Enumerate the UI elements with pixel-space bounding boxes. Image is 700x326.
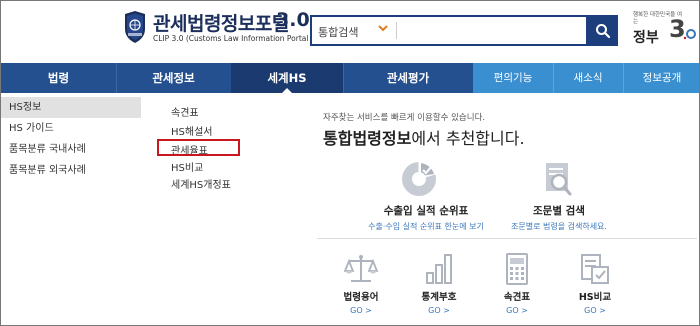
nav-item-disclosure[interactable]: 정보공개 — [623, 63, 699, 93]
submenu-item-hs-compare[interactable]: HS비교 — [171, 159, 203, 174]
sidebar-item-hs-info[interactable]: HS정보 — [1, 97, 141, 118]
header: 관세법령정보포털 3.0 CLIP 3.0 (Customs Law Infor… — [1, 1, 699, 63]
feature-export-ranking[interactable]: 수출입 실적 순위표 수출·수입 실적 순위표 한눈에 보기 — [361, 203, 491, 232]
nav-item-customs-info[interactable]: 관세정보 — [116, 63, 231, 93]
page-frame: 관세법령정보포털 3.0 CLIP 3.0 (Customs Law Infor… — [0, 0, 700, 326]
submenu-item-hs-revision[interactable]: 세계HS개정표 — [171, 176, 231, 191]
calculator-icon — [506, 253, 528, 285]
shortcut-go-link[interactable]: GO > — [565, 306, 625, 315]
feature-desc: 수출·수입 실적 순위표 한눈에 보기 — [368, 222, 484, 231]
compare-document-icon — [581, 254, 609, 284]
nav-active-pointer-icon — [281, 88, 293, 94]
highlight-box — [157, 139, 240, 156]
shortcut-hs-compare[interactable]: HS비교 GO > — [565, 251, 625, 315]
intro-caption: 자주찾는 서비스를 빠르게 이용할수 있습니다. — [323, 113, 486, 123]
gov-label: 정부 — [633, 30, 659, 46]
nav-item-convenience[interactable]: 편의기능 — [473, 63, 553, 93]
chevron-down-icon[interactable] — [376, 21, 390, 35]
pie-chart-icon[interactable] — [397, 159, 441, 199]
feature-desc: 조문별로 법령을 검색하세요. — [511, 222, 607, 231]
shortcut-go-link[interactable]: GO > — [487, 306, 547, 315]
shortcut-label: HS비교 — [578, 292, 612, 303]
intro-heading-rest: 에서 추천합니다. — [411, 129, 525, 148]
shortcut-go-link[interactable]: GO > — [331, 306, 391, 315]
sidebar-item-domestic-cases[interactable]: 품목분류 국내사례 — [1, 139, 141, 160]
gov-3.0-logo-icon[interactable]: 3 — [667, 11, 699, 43]
shortcut-label: 속견표 — [503, 292, 531, 303]
search-icon — [596, 23, 611, 38]
shortcut-go-link[interactable]: GO > — [409, 306, 469, 315]
sidebar: HS정보 HS 가이드 품목분류 국내사례 품목분류 외국사례 — [1, 97, 141, 181]
sidebar-item-hs-guide[interactable]: HS 가이드 — [1, 118, 141, 139]
svg-text:3: 3 — [669, 15, 686, 43]
intro-heading: 통합법령정보에서 추천합니다. — [323, 125, 525, 149]
search-input[interactable] — [402, 20, 582, 41]
shortcut-quick-table[interactable]: 속견표 GO > — [487, 251, 547, 315]
feature-title: 조문별 검색 — [533, 205, 585, 217]
nav-item-law[interactable]: 법령 — [1, 63, 116, 93]
feature-article-search[interactable]: 조문별 검색 조문별로 법령을 검색하세요. — [503, 203, 615, 232]
shortcut-label: 통계부호 — [421, 292, 457, 303]
submenu-item-hs-commentary[interactable]: HS해설서 — [171, 123, 212, 138]
search-button[interactable] — [588, 15, 618, 46]
search-divider — [396, 22, 397, 39]
nav-item-news[interactable]: 새소식 — [553, 63, 623, 93]
site-title[interactable]: 관세법령정보포털 — [153, 9, 289, 36]
main-content: 자주찾는 서비스를 빠르게 이용할수 있습니다. 통합법령정보에서 추천합니다.… — [309, 101, 699, 325]
sidebar-item-foreign-cases[interactable]: 품목분류 외국사례 — [1, 160, 141, 181]
search-category-select[interactable]: 통합검색 — [318, 24, 358, 40]
site-subtitle: CLIP 3.0 (Customs Law Information Portal… — [153, 34, 326, 43]
submenu-item-quick-table[interactable]: 속견표 — [171, 104, 199, 119]
section-divider — [317, 238, 697, 239]
feature-title: 수출입 실적 순위표 — [383, 205, 469, 217]
shortcut-legal-terms[interactable]: 법령용어 GO > — [331, 251, 391, 315]
scale-icon — [343, 255, 379, 282]
shortcut-label: 법령용어 — [343, 292, 379, 303]
customs-emblem-icon[interactable] — [123, 11, 147, 43]
bar-chart-icon — [426, 254, 452, 284]
nav-item-customs-valuation[interactable]: 관세평가 — [343, 63, 473, 93]
main-nav: 법령 관세정보 세계HS 관세평가 편의기능 새소식 정보공개 — [1, 63, 699, 94]
site-version: 3.0 — [276, 9, 310, 31]
search-box: 통합검색 — [310, 15, 588, 46]
intro-heading-strong: 통합법령정보 — [323, 129, 412, 148]
document-search-icon[interactable] — [538, 159, 578, 199]
shortcut-stat-codes[interactable]: 통계부호 GO > — [409, 251, 469, 315]
